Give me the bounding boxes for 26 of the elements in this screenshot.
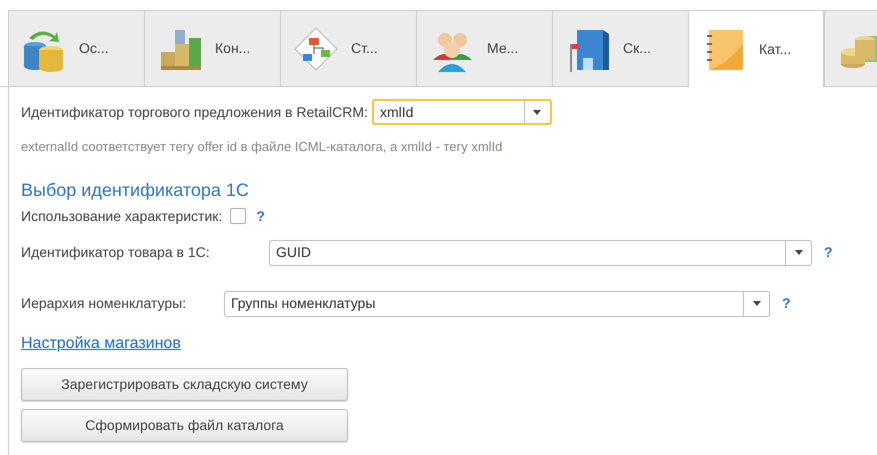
action-button[interactable]: Зарегистрировать складскую систему — [21, 368, 348, 400]
tab[interactable]: Кат... — [688, 10, 824, 87]
caret-icon — [794, 250, 802, 255]
section-heading: Выбор идентификатора 1С — [21, 178, 250, 202]
tab[interactable]: Ст... — [280, 10, 416, 86]
field-label: Идентификатор товара в 1С: — [21, 243, 211, 262]
tab[interactable] — [824, 10, 877, 86]
caret-icon — [533, 110, 542, 114]
action-button[interactable]: Сформировать файл каталога — [21, 408, 348, 442]
tab[interactable]: Ме... — [416, 10, 552, 86]
field-label: Иерархия номенклатуры: — [21, 294, 188, 313]
tab[interactable]: Кон... — [144, 10, 280, 86]
hint-text: externalId соответствует тегу offer id в файле ICML-каталога, а xmlId - тегу xmlId — [21, 138, 504, 156]
help-link[interactable]: ? — [782, 293, 791, 314]
help-link[interactable]: ? — [824, 242, 833, 263]
dropdown-field[interactable]: GUID — [269, 240, 812, 266]
checkbox[interactable] — [230, 208, 246, 224]
caret-icon — [752, 301, 760, 306]
tab[interactable]: Ск... — [552, 10, 688, 86]
shop-settings-link[interactable]: Настройка магазинов — [21, 334, 181, 352]
field-label: Использование характеристик: — [21, 206, 222, 226]
field-label: Идентификатор торгового предложения в RetailCRM: — [21, 102, 368, 122]
dropdown-field[interactable]: Группы номенклатуры — [224, 290, 770, 316]
tab[interactable]: Ос... — [8, 10, 144, 86]
help-link[interactable]: ? — [256, 206, 265, 226]
dropdown-field[interactable]: xmlId — [372, 99, 552, 125]
